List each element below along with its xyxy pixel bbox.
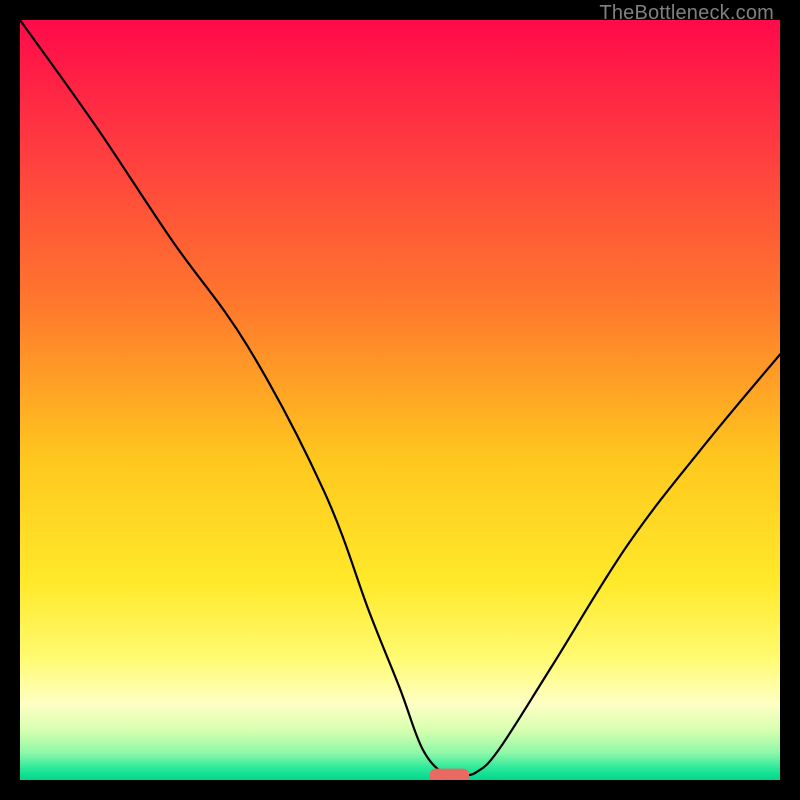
bottleneck-chart (20, 20, 780, 780)
optimal-marker (430, 769, 470, 780)
watermark-text: TheBottleneck.com (599, 2, 774, 25)
gradient-background (20, 20, 780, 780)
chart-frame (20, 20, 780, 780)
